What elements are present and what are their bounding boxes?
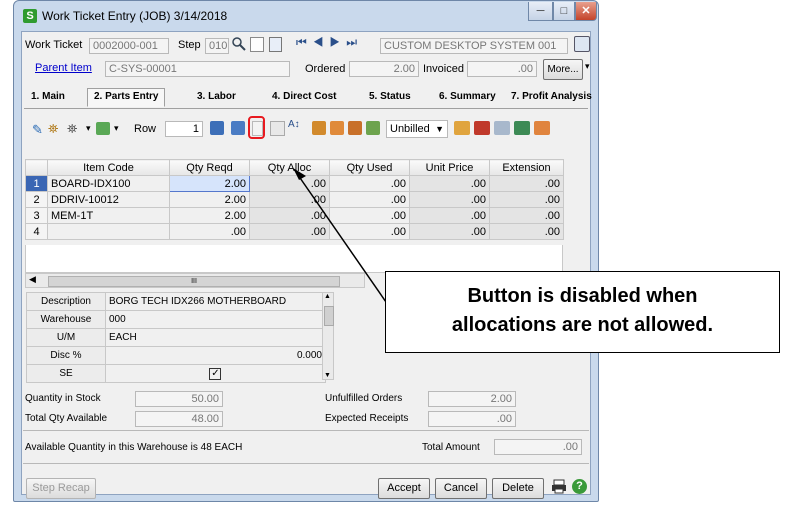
callout-line-1: Button is disabled when bbox=[467, 285, 698, 307]
callout-line-2: allocations are not allowed. bbox=[451, 314, 714, 336]
annotation-callout: Button is disabled when allocations are … bbox=[385, 271, 780, 353]
annotation-arrow bbox=[293, 168, 396, 316]
